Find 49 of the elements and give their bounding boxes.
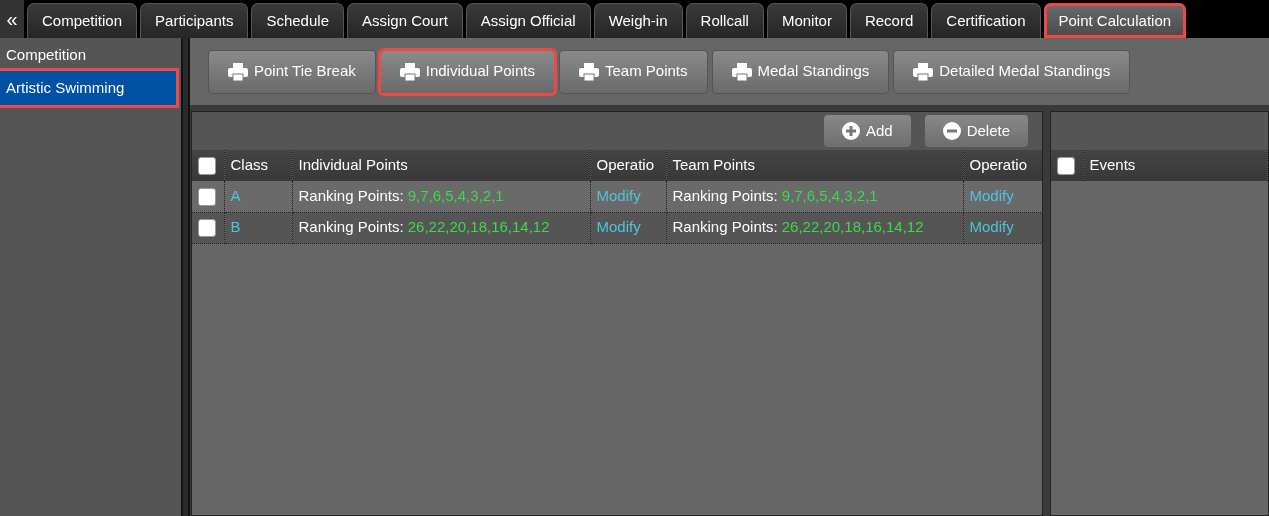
checkbox[interactable] xyxy=(1057,157,1075,176)
add-button[interactable]: Add xyxy=(823,115,911,147)
class-link[interactable]: B xyxy=(230,218,241,236)
printer-icon xyxy=(913,62,934,81)
column-header: Individual Points xyxy=(298,156,408,174)
tab[interactable]: Monitor xyxy=(766,3,847,38)
checkbox[interactable] xyxy=(198,157,216,176)
minus-icon xyxy=(942,122,961,140)
points-values: 26,22,20,18,16,14,12 xyxy=(407,218,550,236)
tab[interactable]: Point Calculation xyxy=(1043,3,1187,38)
printer-icon xyxy=(399,62,420,81)
modify-link[interactable]: Modify xyxy=(596,218,641,236)
print-button[interactable]: Point Tie Break xyxy=(208,49,376,94)
collapse-button[interactable]: « xyxy=(0,0,24,38)
points-values: 9,7,6,5,4,3,2,1 xyxy=(407,187,504,204)
column-header: Operatio xyxy=(969,156,1028,174)
modify-link[interactable]: Modify xyxy=(969,218,1014,236)
points-values: 26,22,20,18,16,14,12 xyxy=(781,218,924,236)
points-label: Ranking Points: xyxy=(672,218,778,236)
points-label: Ranking Points: xyxy=(672,187,778,204)
sidebar-title: Competition xyxy=(5,45,88,65)
checkbox[interactable] xyxy=(198,219,216,238)
tab[interactable]: Weigh-in xyxy=(593,3,683,38)
tab[interactable]: Competition xyxy=(27,3,138,38)
printer-icon xyxy=(228,62,248,81)
print-button[interactable]: Team Points xyxy=(558,49,708,94)
checkbox[interactable] xyxy=(198,188,216,207)
tab[interactable]: Assign Official xyxy=(465,3,591,38)
tab[interactable]: Certification xyxy=(931,3,1041,38)
column-header: Operatio xyxy=(596,156,655,174)
tab[interactable]: Participants xyxy=(140,3,249,38)
points-values: 9,7,6,5,4,3,2,1 xyxy=(781,187,878,204)
print-button[interactable]: Individual Points xyxy=(379,49,555,94)
printer-icon xyxy=(578,62,599,81)
delete-button[interactable]: Delete xyxy=(924,115,1028,147)
print-button[interactable]: Medal Standings xyxy=(711,49,890,94)
column-header: Class xyxy=(230,156,268,174)
column-header: Events xyxy=(1089,156,1136,174)
print-button[interactable]: Detailed Medal Standings xyxy=(893,49,1131,94)
tab[interactable]: Rollcall xyxy=(685,3,764,38)
tab[interactable]: Schedule xyxy=(251,3,344,38)
points-label: Ranking Points: xyxy=(298,218,404,236)
plus-icon xyxy=(841,122,860,140)
column-header: Team Points xyxy=(672,156,756,174)
points-label: Ranking Points: xyxy=(298,187,404,204)
printer-icon xyxy=(731,62,752,81)
sidebar-item[interactable]: Artistic Swimming xyxy=(0,70,176,105)
tab[interactable]: Assign Court xyxy=(347,3,463,38)
tab[interactable]: Record xyxy=(849,3,929,38)
